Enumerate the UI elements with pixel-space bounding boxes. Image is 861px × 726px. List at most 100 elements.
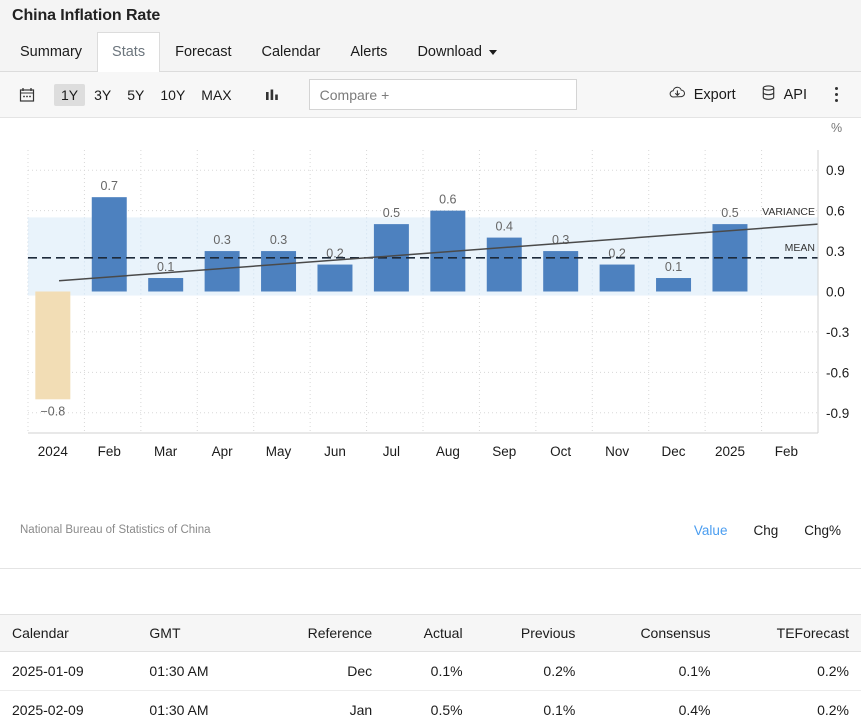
x-tick-label: Jul: [383, 444, 400, 459]
cell-calendar: 2025-02-09: [0, 691, 137, 726]
kebab-menu-icon[interactable]: [823, 80, 849, 110]
toolbar-actions: Export API: [656, 80, 849, 110]
x-tick-label: Oct: [550, 444, 571, 459]
tab-stats[interactable]: Stats: [97, 32, 160, 72]
bar-value-label: 0.3: [213, 233, 230, 247]
cloud-download-icon: [668, 84, 687, 105]
x-tick-label: 2024: [38, 444, 69, 459]
range-10y[interactable]: 10Y: [153, 84, 192, 106]
bar[interactable]: [487, 238, 522, 292]
bar-value-label: 0.7: [101, 179, 118, 193]
x-tick-label: Apr: [212, 444, 234, 459]
range-1y[interactable]: 1Y: [54, 84, 85, 106]
th-teforecast: TEForecast: [722, 615, 861, 652]
chart-body: −0.80.70.10.30.30.20.50.60.40.30.20.10.5…: [0, 118, 861, 518]
compare-input[interactable]: [309, 79, 577, 110]
mean-annotation: MEAN: [785, 242, 815, 254]
bar-value-label: 0.4: [496, 220, 513, 234]
x-tick-label: Sep: [492, 444, 516, 459]
tab-summary[interactable]: Summary: [5, 32, 97, 71]
tab-alerts[interactable]: Alerts: [335, 32, 402, 71]
bar[interactable]: [317, 265, 352, 292]
bar[interactable]: [148, 278, 183, 291]
bar-value-label: 0.5: [383, 206, 400, 220]
cell-teforecast: 0.2%: [722, 652, 861, 691]
table-header-row: CalendarGMTReferenceActualPreviousConsen…: [0, 615, 861, 652]
cell-consensus: 0.4%: [587, 691, 722, 726]
calendar-table-wrap: CalendarGMTReferenceActualPreviousConsen…: [0, 614, 861, 726]
variance-band: [28, 217, 818, 295]
bar-value-label: 0.1: [665, 260, 682, 274]
footer-link-chg-pct[interactable]: Chg%: [804, 523, 841, 538]
calendar-icon[interactable]: [12, 80, 42, 110]
tab-label: Summary: [20, 44, 82, 60]
tab-label: Forecast: [175, 44, 231, 60]
bar-value-label: 0.3: [270, 233, 287, 247]
y-tick-label: -0.9: [826, 406, 849, 421]
tab-bar: Summary Stats Forecast Calendar Alerts Downlo…: [0, 32, 861, 72]
th-calendar: Calendar: [0, 615, 137, 652]
range-5y[interactable]: 5Y: [120, 84, 151, 106]
y-axis-unit-label: %: [831, 121, 842, 135]
chevron-down-icon: [489, 50, 497, 55]
tab-calendar[interactable]: Calendar: [247, 32, 336, 71]
y-tick-label: -0.3: [826, 325, 849, 340]
tab-label: Download: [417, 44, 482, 60]
table-row[interactable]: 2025-01-0901:30 AMDec0.1%0.2%0.1%0.2%: [0, 652, 861, 691]
export-label: Export: [694, 87, 736, 103]
tab-label: Alerts: [350, 44, 387, 60]
chart-toolbar: 1Y3Y5Y10YMAX Export: [0, 72, 861, 118]
y-tick-label: 0.3: [826, 244, 845, 259]
th-consensus: Consensus: [587, 615, 722, 652]
cell-actual: 0.1%: [384, 652, 474, 691]
cell-calendar: 2025-01-09: [0, 652, 137, 691]
cell-consensus: 0.1%: [587, 652, 722, 691]
x-tick-label: Jun: [324, 444, 346, 459]
bar-chart-icon[interactable]: [257, 80, 287, 110]
calendar-table: CalendarGMTReferenceActualPreviousConsen…: [0, 615, 861, 726]
bar[interactable]: [600, 265, 635, 292]
tab-forecast[interactable]: Forecast: [160, 32, 246, 71]
bar-value-label: 0.6: [439, 193, 456, 207]
bar[interactable]: [656, 278, 691, 291]
y-tick-label: -0.6: [826, 365, 849, 380]
x-tick-label: Aug: [436, 444, 460, 459]
th-reference: Reference: [257, 615, 384, 652]
chart-footer: National Bureau of Statistics of China V…: [0, 512, 861, 548]
range-3y[interactable]: 3Y: [87, 84, 118, 106]
cell-reference: Jan: [257, 691, 384, 726]
database-icon: [760, 84, 777, 106]
x-tick-label: Feb: [98, 444, 121, 459]
tab-download[interactable]: Download: [402, 32, 508, 71]
footer-link-chg[interactable]: Chg: [753, 523, 778, 538]
footer-link-value[interactable]: Value: [694, 523, 728, 538]
page-title: China Inflation Rate: [12, 7, 160, 25]
bar-value-label: −0.8: [40, 404, 65, 418]
tab-label: Calendar: [262, 44, 321, 60]
cell-gmt: 01:30 AM: [137, 652, 256, 691]
x-tick-label: Dec: [662, 444, 686, 459]
tab-label: Stats: [112, 44, 145, 60]
source-note: National Bureau of Statistics of China: [20, 524, 211, 536]
range-max[interactable]: MAX: [194, 84, 238, 106]
y-tick-label: 0.6: [826, 204, 845, 219]
bar-value-label: 0.3: [552, 233, 569, 247]
export-button[interactable]: Export: [656, 80, 748, 109]
y-tick-label: 0.0: [826, 285, 845, 300]
cell-previous: 0.2%: [475, 652, 588, 691]
chart-panel: 1Y3Y5Y10YMAX Export: [0, 72, 861, 569]
variance-annotation: VARIANCE: [762, 206, 815, 218]
chart-footer-links: Value Chg Chg%: [694, 523, 841, 538]
th-actual: Actual: [384, 615, 474, 652]
cell-actual: 0.5%: [384, 691, 474, 726]
bar[interactable]: [35, 292, 70, 400]
inflation-bar-chart[interactable]: −0.80.70.10.30.30.20.50.60.40.30.20.10.5…: [0, 118, 861, 518]
th-previous: Previous: [475, 615, 588, 652]
x-tick-label: Nov: [605, 444, 629, 459]
x-tick-label: Feb: [775, 444, 798, 459]
range-selector: 1Y3Y5Y10YMAX: [54, 84, 239, 106]
table-row[interactable]: 2025-02-0901:30 AMJan0.5%0.1%0.4%0.2%: [0, 691, 861, 726]
bar[interactable]: [205, 251, 240, 291]
x-tick-label: Mar: [154, 444, 178, 459]
api-button[interactable]: API: [748, 80, 819, 110]
